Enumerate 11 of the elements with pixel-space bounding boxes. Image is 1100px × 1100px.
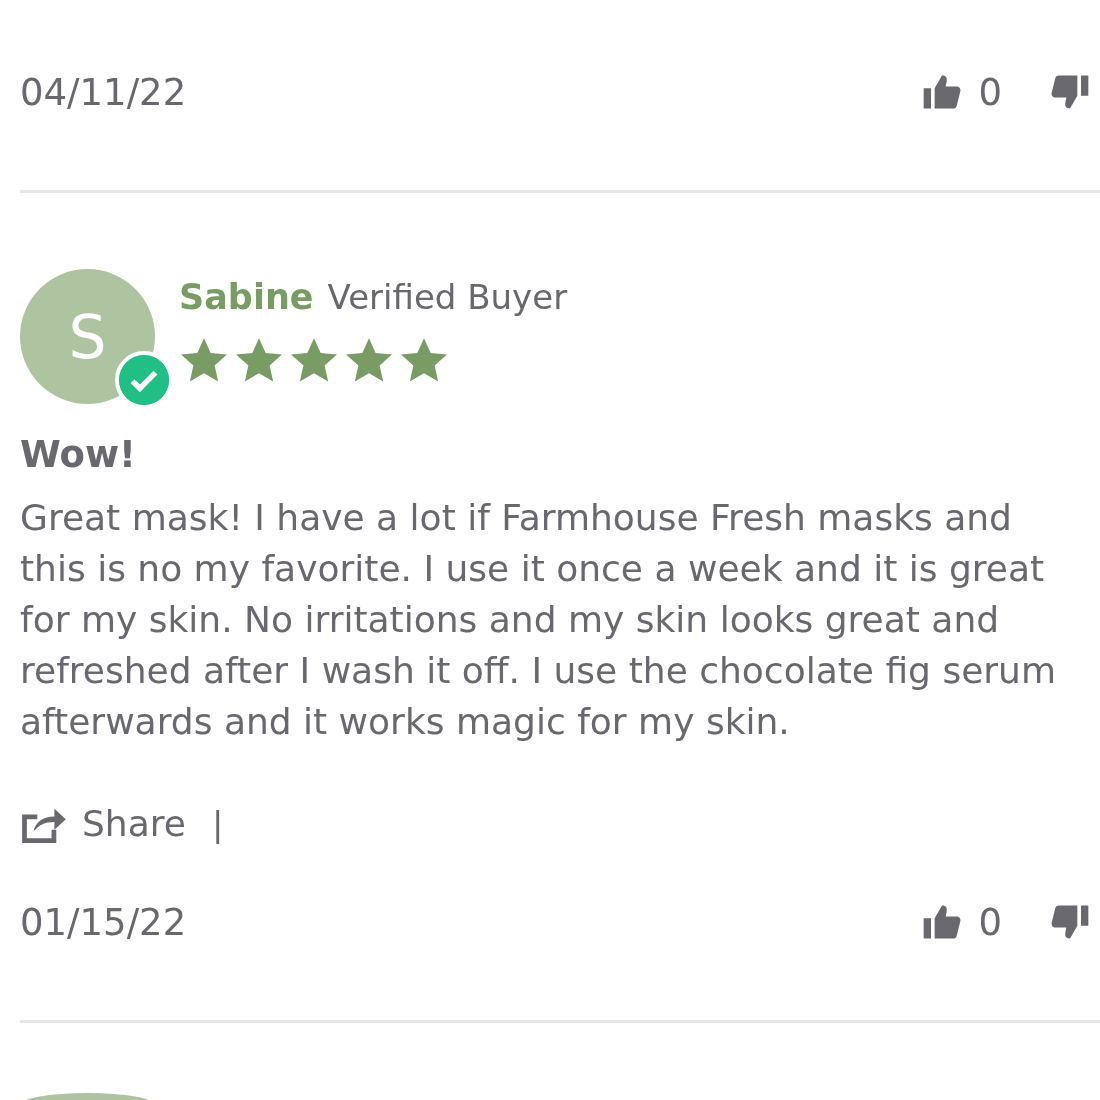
review-title: Wow! bbox=[20, 432, 137, 478]
share-button[interactable]: Share bbox=[20, 803, 186, 844]
review-date: 04/11/22 bbox=[20, 70, 187, 114]
verified-buyer-label: Verified Buyer bbox=[327, 277, 568, 317]
reviewer-name: Sabine bbox=[179, 277, 314, 317]
review-date: 01/15/22 bbox=[20, 900, 187, 944]
helpful-count: 0 bbox=[978, 70, 1002, 114]
helpful-count: 0 bbox=[978, 900, 1002, 944]
review-text: Great mask! I have a lot if Farmhouse Fresh masks and this is no my favorite. I use it once a week and it is great for my skin. No irritations and my skin looks great and refreshed after I wash it off. I use the chocolate fig serum afterwards and it works magic for my skin. bbox=[20, 496, 1057, 744]
separator: | bbox=[211, 803, 224, 844]
avatar-initial: S bbox=[68, 301, 107, 372]
